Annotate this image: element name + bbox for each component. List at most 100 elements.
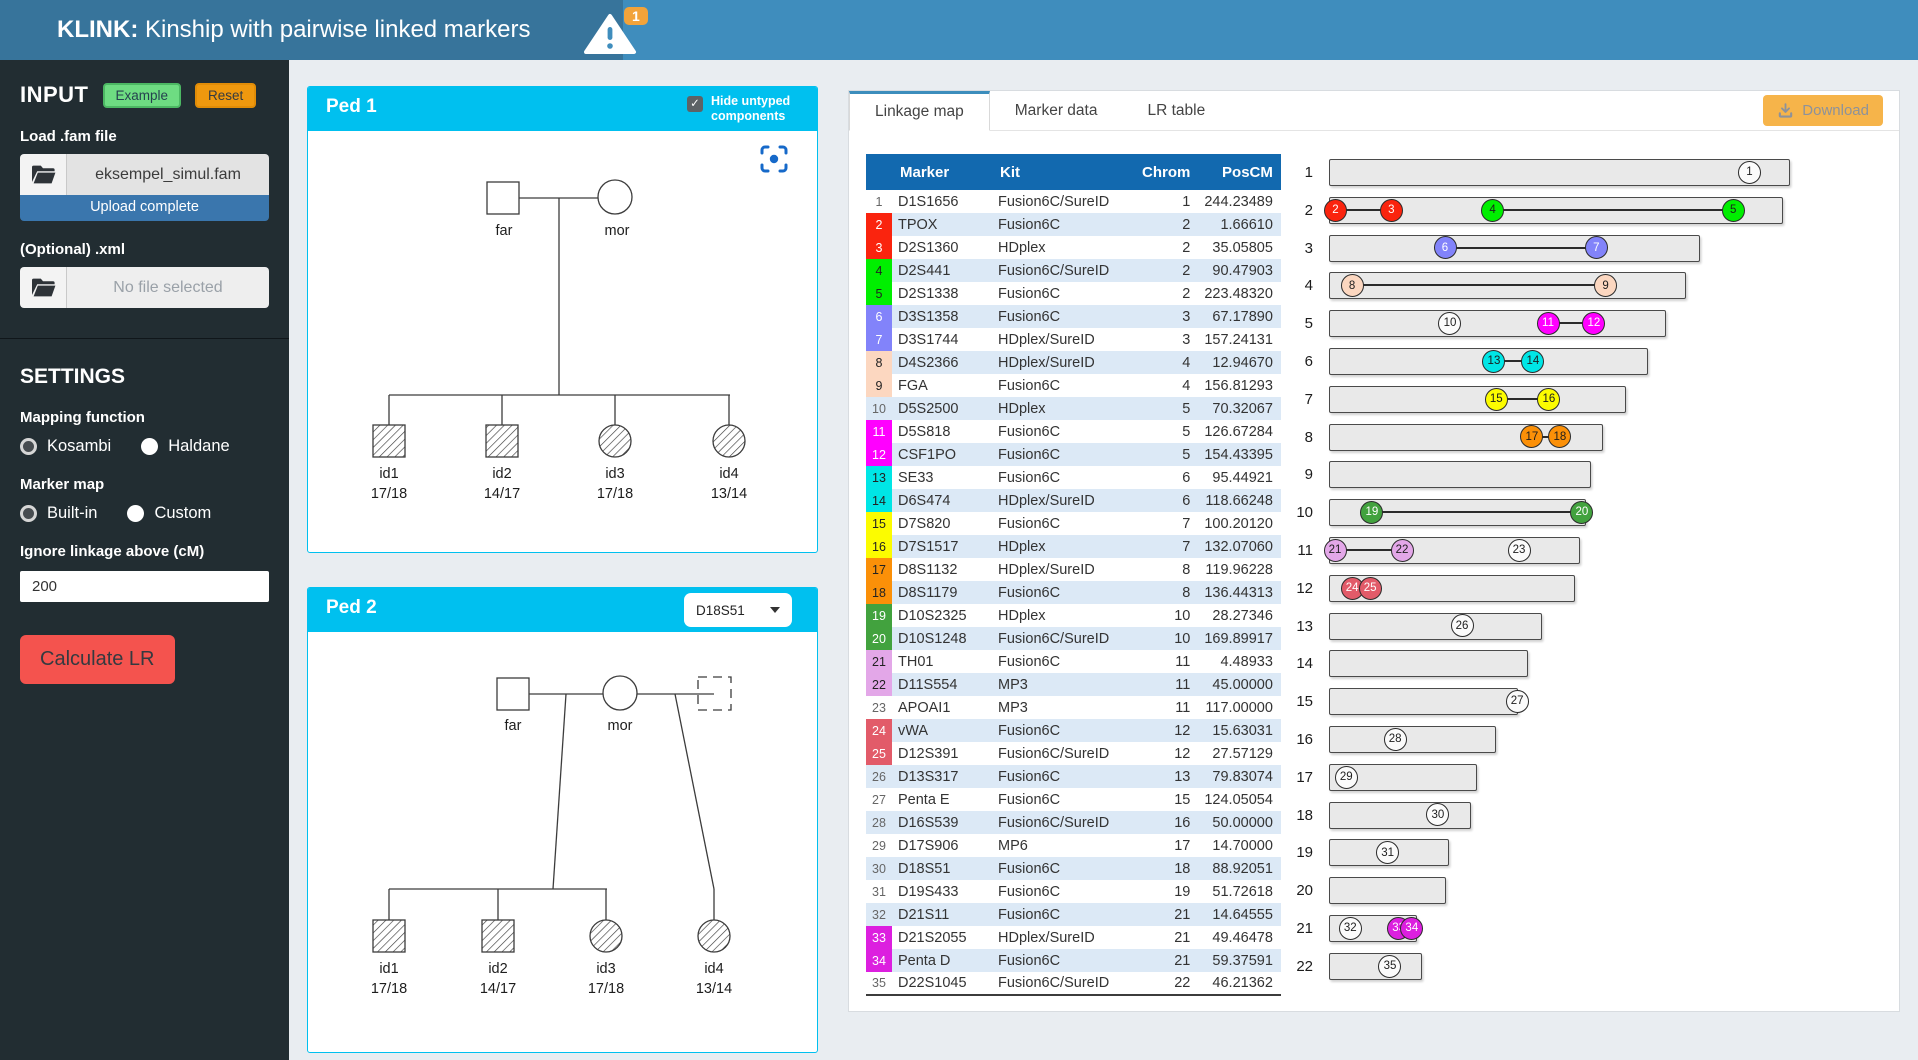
- marker-circle-20: 20: [1570, 501, 1593, 524]
- marker-kit: MP6: [992, 834, 1134, 857]
- notification-warning[interactable]: 1: [583, 13, 663, 55]
- marker-circle-22: 22: [1391, 539, 1414, 562]
- radio-icon[interactable]: [141, 438, 158, 455]
- ped1-father-symbol[interactable]: [487, 182, 519, 214]
- ped1-mother-symbol[interactable]: [598, 180, 632, 214]
- tab-marker-data[interactable]: Marker data: [990, 91, 1123, 130]
- marker-index-badge: 1: [866, 190, 892, 213]
- marker-circle-2: 2: [1324, 199, 1347, 222]
- marker-select-dropdown[interactable]: D18S51: [684, 593, 792, 627]
- fam-browse-button[interactable]: [20, 154, 67, 195]
- ped2-father-label: far: [505, 718, 522, 734]
- marker-index-badge: 23: [866, 696, 892, 719]
- marker-name: D10S2325: [892, 604, 992, 627]
- chromosome-bar-17: 29: [1329, 764, 1477, 791]
- hide-untyped-checkbox[interactable]: ✓: [687, 96, 703, 112]
- mapping-function-radio-haldane[interactable]: Haldane: [141, 437, 229, 456]
- radio-icon[interactable]: [127, 505, 144, 522]
- linkage-line-6-7: [1445, 247, 1596, 249]
- ped1-pedigree-svg: far mor id1 17/18 id2 14/17 id3 17/18 id…: [308, 131, 817, 552]
- ped2-mother-symbol[interactable]: [603, 676, 637, 710]
- marker-chrom: 2: [1134, 236, 1198, 259]
- marker-name: D2S1360: [892, 236, 992, 259]
- ped2-child2-id: id2: [488, 961, 507, 977]
- ped1-child3-symbol[interactable]: [599, 425, 631, 457]
- marker-circle-26: 26: [1451, 614, 1474, 637]
- marker-name: D10S1248: [892, 627, 992, 650]
- marker-name: D8S1132: [892, 558, 992, 581]
- marker-index-badge: 13: [866, 466, 892, 489]
- calculate-lr-button[interactable]: Calculate LR: [20, 635, 175, 684]
- marker-circle-10: 10: [1438, 312, 1461, 335]
- hide-untyped-label: Hide untyped components: [711, 94, 809, 124]
- linkage-line-19-20: [1372, 511, 1582, 513]
- marker-index-badge: 4: [866, 259, 892, 282]
- chromosome-label-19: 19: [1263, 844, 1313, 861]
- marker-kit: Fusion6C: [992, 420, 1134, 443]
- ped2-child1-id: id1: [379, 961, 398, 977]
- marker-row-D22S1045: 35D22S1045Fusion6C/SureID2246.21362: [866, 972, 1281, 995]
- marker-circle-9: 9: [1594, 274, 1617, 297]
- ped2-child3-symbol[interactable]: [590, 920, 622, 952]
- marker-name: D21S2055: [892, 926, 992, 949]
- xml-browse-button[interactable]: [20, 267, 67, 308]
- chromosome-bar-15: 27: [1329, 688, 1518, 715]
- mapping-function-radio-kosambi[interactable]: Kosambi: [20, 437, 111, 456]
- ped1-child2-symbol[interactable]: [486, 425, 518, 457]
- marker-map-radio-custom[interactable]: Custom: [127, 504, 211, 523]
- ped2-father-symbol[interactable]: [497, 678, 529, 710]
- marker-kit: Fusion6C/SureID: [992, 811, 1134, 834]
- reset-button[interactable]: Reset: [195, 83, 256, 108]
- marker-circle-25: 25: [1359, 577, 1382, 600]
- chromosome-bar-10: 1920: [1329, 499, 1586, 526]
- marker-index-badge: 11: [866, 420, 892, 443]
- marker-index-badge: 31: [866, 880, 892, 903]
- fam-filename[interactable]: eksempel_simul.fam: [67, 154, 269, 195]
- marker-kit: Fusion6C: [992, 949, 1134, 972]
- marker-circle-31: 31: [1376, 841, 1399, 864]
- ped2-child2-symbol[interactable]: [482, 920, 514, 952]
- radio-label: Haldane: [168, 437, 229, 456]
- chromosome-bar-21: 323334: [1329, 915, 1417, 942]
- radio-icon[interactable]: [20, 438, 37, 455]
- marker-chrom: 5: [1134, 397, 1198, 420]
- download-button[interactable]: Download: [1763, 95, 1883, 126]
- marker-name: D19S433: [892, 880, 992, 903]
- radio-label: Kosambi: [47, 437, 111, 456]
- snapshot-camera-button[interactable]: [757, 143, 791, 177]
- ignore-linkage-input[interactable]: [20, 571, 269, 602]
- marker-index-badge: 32: [866, 903, 892, 926]
- ped2-child4-id: id4: [704, 961, 723, 977]
- marker-index-badge: 21: [866, 650, 892, 673]
- marker-row-Penta E: 27Penta EFusion6C15124.05054: [866, 788, 1281, 811]
- app-title-brand: KLINK:: [57, 16, 138, 43]
- hide-untyped-checkbox-row[interactable]: ✓ Hide untyped components: [687, 94, 809, 124]
- marker-circle-7: 7: [1585, 236, 1608, 259]
- marker-name: TPOX: [892, 213, 992, 236]
- marker-index-badge: 33: [866, 926, 892, 949]
- radio-icon[interactable]: [20, 505, 37, 522]
- ped2-child1-symbol[interactable]: [373, 920, 405, 952]
- chevron-down-icon: [770, 607, 780, 613]
- ped1-child3-genotype: 17/18: [597, 486, 633, 502]
- tab-lr-table[interactable]: LR table: [1122, 91, 1230, 130]
- marker-row-D4S2366: 8D4S2366HDplex/SureID412.94670: [866, 351, 1281, 374]
- ped1-child1-symbol[interactable]: [373, 425, 405, 457]
- marker-circle-21: 21: [1324, 539, 1347, 562]
- marker-name: D21S11: [892, 903, 992, 926]
- chromosome-bar-8: 1718: [1329, 424, 1603, 451]
- ped1-child2-id: id2: [492, 466, 511, 482]
- chromosome-label-13: 13: [1263, 618, 1313, 635]
- ped2-child4-symbol[interactable]: [698, 920, 730, 952]
- tab-linkage-map[interactable]: Linkage map: [849, 91, 990, 131]
- marker-name: D18S51: [892, 857, 992, 880]
- marker-index-badge: 17: [866, 558, 892, 581]
- marker-row-D7S1517: 16D7S1517HDplex7132.07060: [866, 535, 1281, 558]
- marker-index-badge: 20: [866, 627, 892, 650]
- ped1-child4-symbol[interactable]: [713, 425, 745, 457]
- xml-filename-placeholder[interactable]: No file selected: [67, 267, 269, 308]
- example-button[interactable]: Example: [103, 83, 182, 108]
- ped2-title: Ped 2: [326, 597, 377, 619]
- marker-map-radio-built-in[interactable]: Built-in: [20, 504, 97, 523]
- marker-circle-13: 13: [1482, 350, 1505, 373]
